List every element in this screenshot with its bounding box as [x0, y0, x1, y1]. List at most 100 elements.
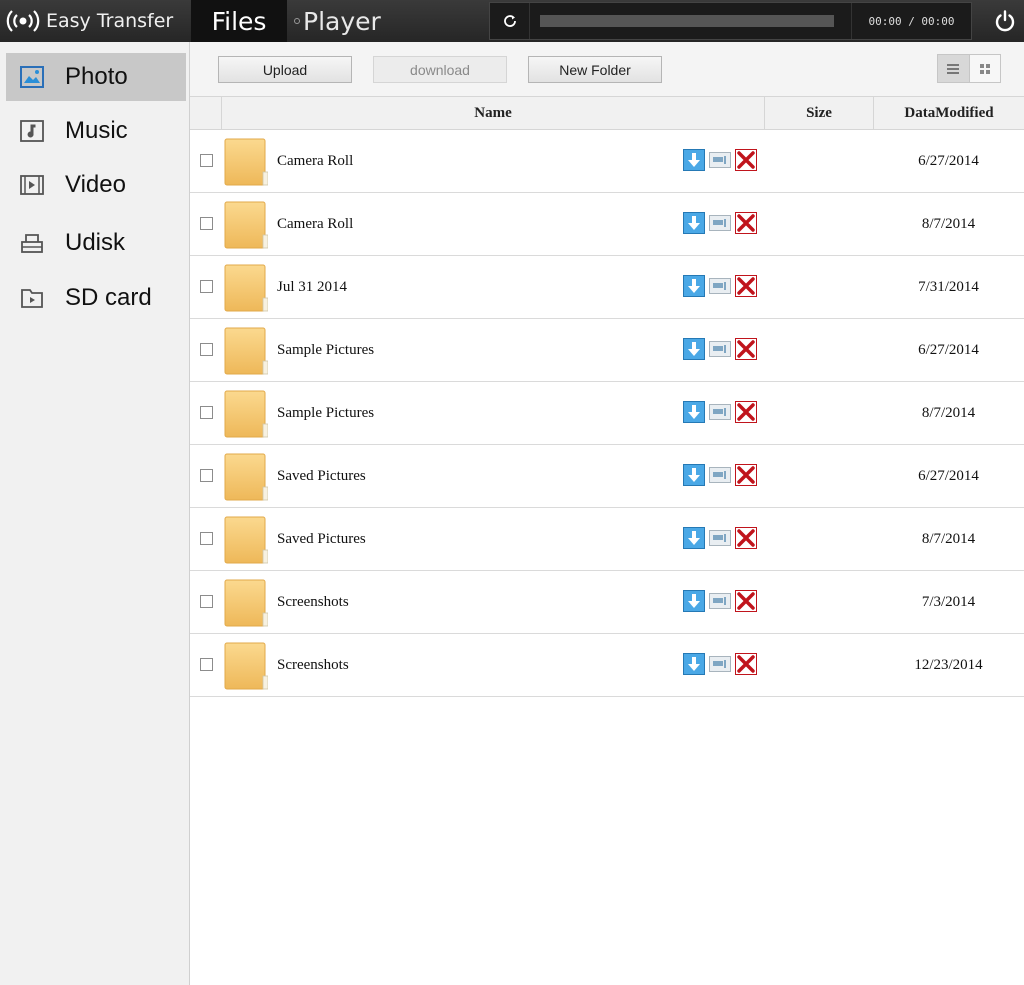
rename-icon[interactable] — [709, 275, 731, 297]
download-icon[interactable] — [683, 149, 705, 171]
row-checkbox[interactable] — [200, 343, 213, 356]
row-checkbox[interactable] — [200, 658, 213, 671]
file-name[interactable]: Screenshots — [277, 634, 349, 697]
list-view-icon[interactable] — [938, 55, 970, 82]
sidebar-item-video[interactable]: Video — [6, 161, 186, 209]
column-header-name[interactable]: Name — [221, 97, 764, 129]
grid-view-icon[interactable] — [969, 55, 1000, 82]
download-icon[interactable] — [683, 464, 705, 486]
music-icon — [18, 117, 46, 145]
sidebar-item-udisk[interactable]: Udisk — [6, 219, 186, 267]
udisk-icon — [18, 229, 46, 257]
file-modified: 7/3/2014 — [921, 594, 976, 610]
rename-icon[interactable] — [709, 527, 731, 549]
file-name[interactable]: Saved Pictures — [277, 445, 366, 508]
row-actions — [683, 527, 757, 549]
download-icon[interactable] — [683, 401, 705, 423]
download-icon[interactable] — [683, 212, 705, 234]
download-icon[interactable] — [683, 590, 705, 612]
rename-icon[interactable] — [709, 338, 731, 360]
file-modified: 8/7/2014 — [921, 405, 976, 421]
folder-icon — [224, 138, 269, 186]
file-name[interactable]: Jul 31 2014 — [277, 256, 347, 319]
row-actions — [683, 338, 757, 360]
table-row[interactable]: Camera Roll 8/7/2014 — [190, 193, 1024, 256]
rename-icon[interactable] — [709, 149, 731, 171]
sidebar-item-label: SD card — [65, 284, 152, 311]
rename-icon[interactable] — [709, 590, 731, 612]
column-header-size[interactable]: Size — [764, 97, 873, 129]
column-header-modified[interactable]: DataModified — [873, 97, 1024, 129]
file-name[interactable]: Sample Pictures — [277, 382, 374, 445]
row-checkbox[interactable] — [200, 595, 213, 608]
row-checkbox[interactable] — [200, 217, 213, 230]
upload-button[interactable]: Upload — [218, 56, 352, 83]
tab-player[interactable]: Player — [303, 0, 381, 42]
table-row[interactable]: Camera Roll 6/27/2014 — [190, 130, 1024, 193]
file-name[interactable]: Sample Pictures — [277, 319, 374, 382]
download-icon[interactable] — [683, 338, 705, 360]
brand: Easy Transfer — [6, 0, 173, 42]
rename-icon[interactable] — [709, 401, 731, 423]
file-name[interactable]: Camera Roll — [277, 130, 353, 193]
repeat-icon[interactable] — [490, 3, 530, 39]
rename-icon[interactable] — [709, 653, 731, 675]
sidebar-item-label: Udisk — [65, 229, 126, 256]
tab-files[interactable]: Files — [191, 0, 287, 42]
sidebar-item-photo[interactable]: Photo — [6, 53, 186, 101]
file-name[interactable]: Camera Roll — [277, 193, 353, 256]
row-actions — [683, 149, 757, 171]
row-actions — [683, 275, 757, 297]
download-icon[interactable] — [683, 275, 705, 297]
file-name[interactable]: Saved Pictures — [277, 508, 366, 571]
delete-icon[interactable] — [735, 464, 757, 486]
delete-icon[interactable] — [735, 275, 757, 297]
player-indicator-dot — [294, 18, 300, 24]
table-row[interactable]: Saved Pictures 8/7/2014 — [190, 508, 1024, 571]
folder-icon — [224, 642, 269, 690]
top-bar: Easy Transfer Files Player 00:00 / 00:00 — [0, 0, 1024, 42]
download-icon[interactable] — [683, 653, 705, 675]
sidebar-item-music[interactable]: Music — [6, 107, 186, 155]
row-checkbox[interactable] — [200, 154, 213, 167]
file-modified: 8/7/2014 — [921, 531, 976, 547]
row-checkbox[interactable] — [200, 469, 213, 482]
delete-icon[interactable] — [735, 149, 757, 171]
toolbar: Upload download New Folder — [190, 42, 1024, 96]
table-row[interactable]: Screenshots 7/3/2014 — [190, 571, 1024, 634]
table-row[interactable]: Saved Pictures 6/27/2014 — [190, 445, 1024, 508]
delete-icon[interactable] — [735, 527, 757, 549]
delete-icon[interactable] — [735, 338, 757, 360]
row-checkbox[interactable] — [200, 532, 213, 545]
rename-icon[interactable] — [709, 464, 731, 486]
new-folder-button[interactable]: New Folder — [528, 56, 662, 83]
table-row[interactable]: Sample Pictures 6/27/2014 — [190, 319, 1024, 382]
sidebar-item-label: Video — [65, 171, 126, 198]
download-icon[interactable] — [683, 527, 705, 549]
row-actions — [683, 401, 757, 423]
file-table: Name Size DataModified Camera Roll 6/27/2… — [190, 96, 1024, 697]
file-modified: 6/27/2014 — [918, 342, 979, 358]
table-row[interactable]: Screenshots 12/23/2014 — [190, 634, 1024, 697]
delete-icon[interactable] — [735, 590, 757, 612]
rename-icon[interactable] — [709, 212, 731, 234]
mini-player: 00:00 / 00:00 — [489, 2, 972, 40]
sd-card-icon — [18, 284, 46, 312]
folder-icon — [224, 327, 269, 375]
table-row[interactable]: Sample Pictures 8/7/2014 — [190, 382, 1024, 445]
photo-icon — [18, 63, 46, 91]
file-name[interactable]: Screenshots — [277, 571, 349, 634]
row-checkbox[interactable] — [200, 280, 213, 293]
delete-icon[interactable] — [735, 653, 757, 675]
delete-icon[interactable] — [735, 212, 757, 234]
row-checkbox[interactable] — [200, 406, 213, 419]
delete-icon[interactable] — [735, 401, 757, 423]
folder-icon — [224, 201, 269, 249]
progress-bar[interactable] — [540, 15, 834, 27]
power-icon[interactable] — [985, 0, 1024, 42]
table-row[interactable]: Jul 31 2014 7/31/2014 — [190, 256, 1024, 319]
download-button[interactable]: download — [373, 56, 507, 83]
sidebar-item-sd-card[interactable]: SD card — [6, 274, 186, 322]
brand-name: Easy Transfer — [46, 10, 174, 32]
sidebar: Photo Music Video Udisk SD card — [0, 42, 190, 985]
